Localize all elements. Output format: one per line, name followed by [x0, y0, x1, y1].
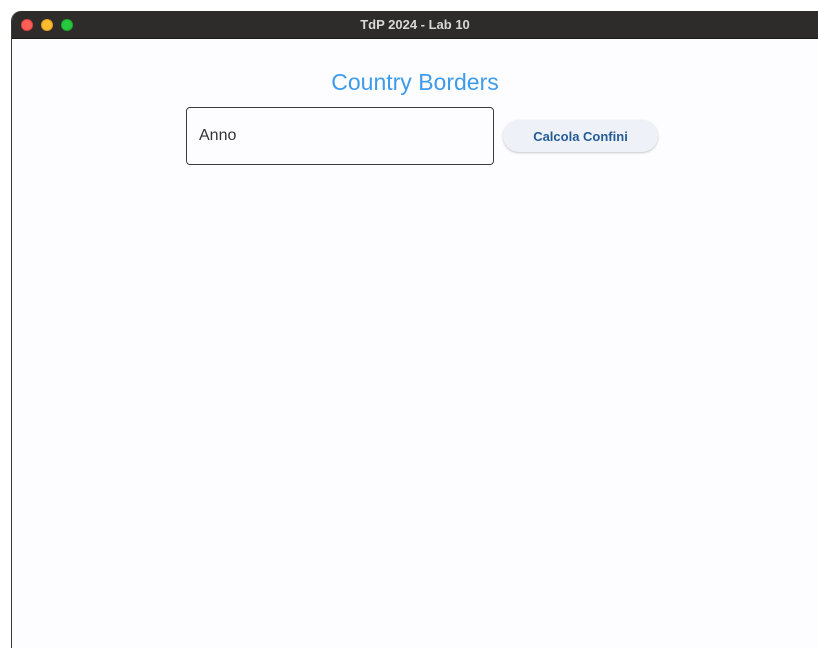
window-title: TdP 2024 - Lab 10	[360, 17, 470, 32]
app-window: TdP 2024 - Lab 10 Country Borders Calcol…	[11, 11, 818, 648]
page-title: Country Borders	[331, 69, 499, 95]
main-content: Country Borders Calcola Confini	[12, 39, 818, 648]
year-input[interactable]	[186, 107, 494, 165]
calculate-borders-button[interactable]: Calcola Confini	[503, 120, 658, 152]
title-bar[interactable]: TdP 2024 - Lab 10	[12, 11, 818, 39]
